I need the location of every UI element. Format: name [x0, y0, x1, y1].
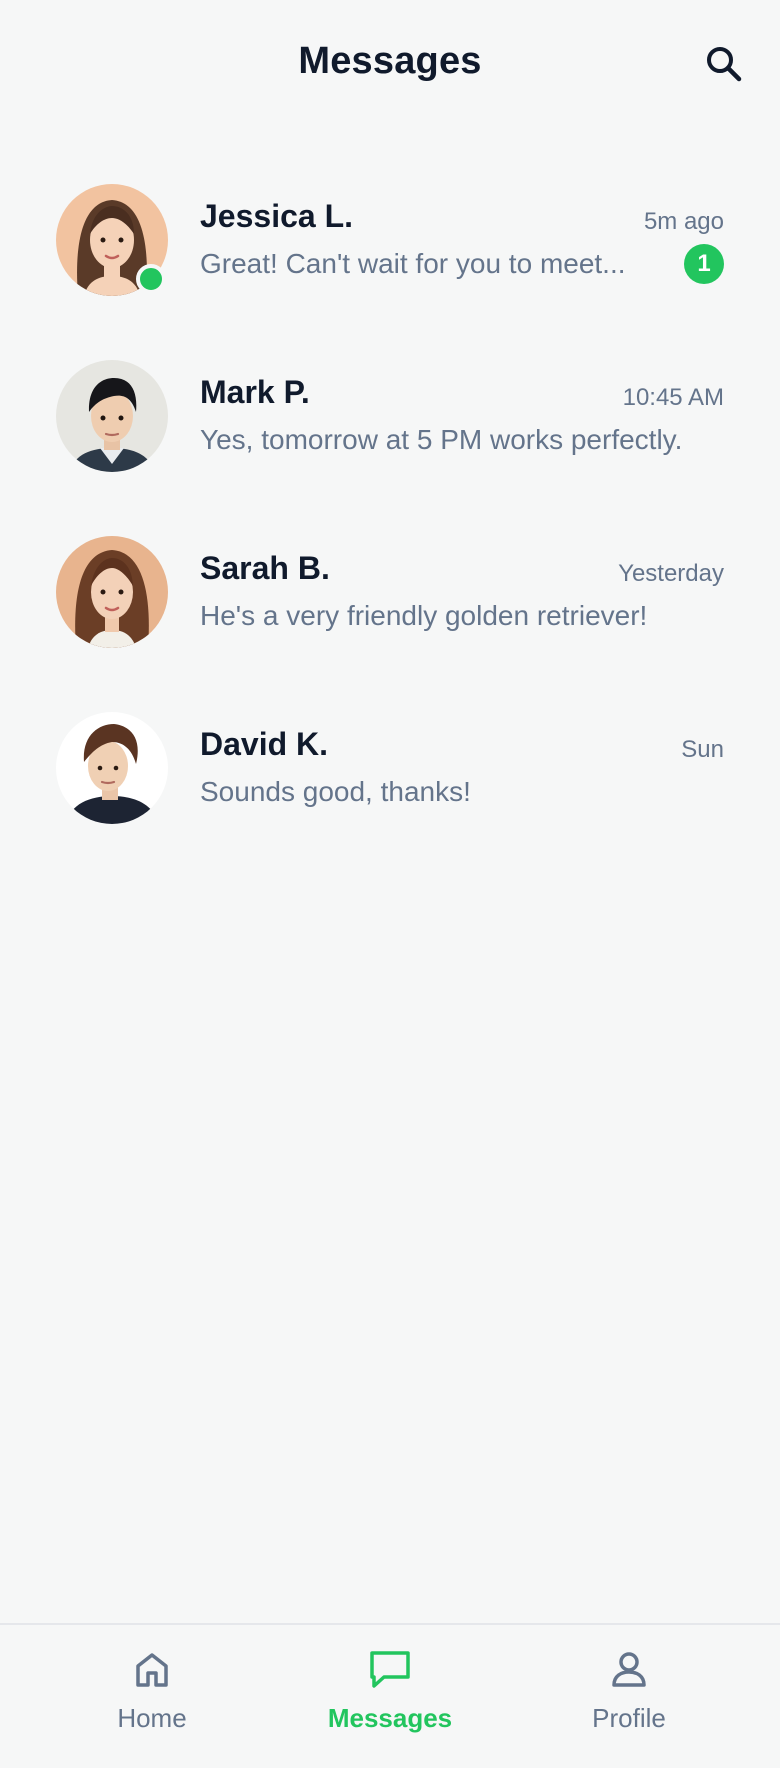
conversation-item[interactable]: David K. Sun Sounds good, thanks!: [0, 704, 780, 880]
contact-name: Mark P.: [200, 374, 310, 410]
conversation-list: Jessica L. 5m ago Great! Can't wait for …: [0, 176, 780, 880]
nav-item-home[interactable]: Home: [52, 1649, 252, 1749]
avatar: [56, 360, 168, 472]
message-preview: Sounds good, thanks!: [200, 776, 471, 807]
message-time: 10:45 AM: [622, 384, 724, 411]
home-icon: [136, 1653, 168, 1687]
message-time: 5m ago: [643, 208, 724, 235]
avatar: [56, 536, 168, 648]
search-icon: [707, 47, 742, 82]
contact-name: David K.: [200, 726, 329, 762]
user-icon: [612, 1652, 646, 1687]
message-preview: Great! Can't wait for you to meet...: [200, 248, 626, 279]
conversation-item[interactable]: Sarah B. Yesterday He's a very friendly …: [0, 528, 780, 704]
chat-icon: [370, 1651, 410, 1688]
conversation-item[interactable]: Jessica L. 5m ago Great! Can't wait for …: [0, 176, 780, 352]
conversation-item[interactable]: Mark P. 10:45 AM Yes, tomorrow at 5 PM w…: [0, 352, 780, 528]
nav-item-profile[interactable]: Profile: [529, 1649, 729, 1749]
avatar: [56, 712, 168, 824]
message-time: Yesterday: [618, 560, 724, 587]
contact-name: Sarah B.: [200, 550, 330, 586]
unread-badge: 1: [684, 244, 724, 284]
nav-label-messages: Messages: [327, 1703, 453, 1733]
messages-screen: Messages Jessica L. 5m ago Great! Can't …: [0, 0, 780, 1768]
message-preview: He's a very friendly golden retriever!: [200, 600, 648, 631]
search-button[interactable]: [700, 40, 748, 88]
nav-label-home: Home: [117, 1703, 187, 1733]
header: Messages: [0, 0, 780, 130]
message-preview: Yes, tomorrow at 5 PM works perfectly.: [200, 424, 683, 455]
online-status-indicator: [136, 264, 166, 294]
nav-label-profile: Profile: [592, 1703, 666, 1733]
bottom-navigation: Home Messages Profile: [0, 1623, 780, 1768]
page-title: Messages: [298, 40, 482, 82]
contact-name: Jessica L.: [200, 198, 353, 234]
nav-item-messages[interactable]: Messages: [290, 1649, 490, 1749]
message-time: Sun: [681, 736, 724, 763]
